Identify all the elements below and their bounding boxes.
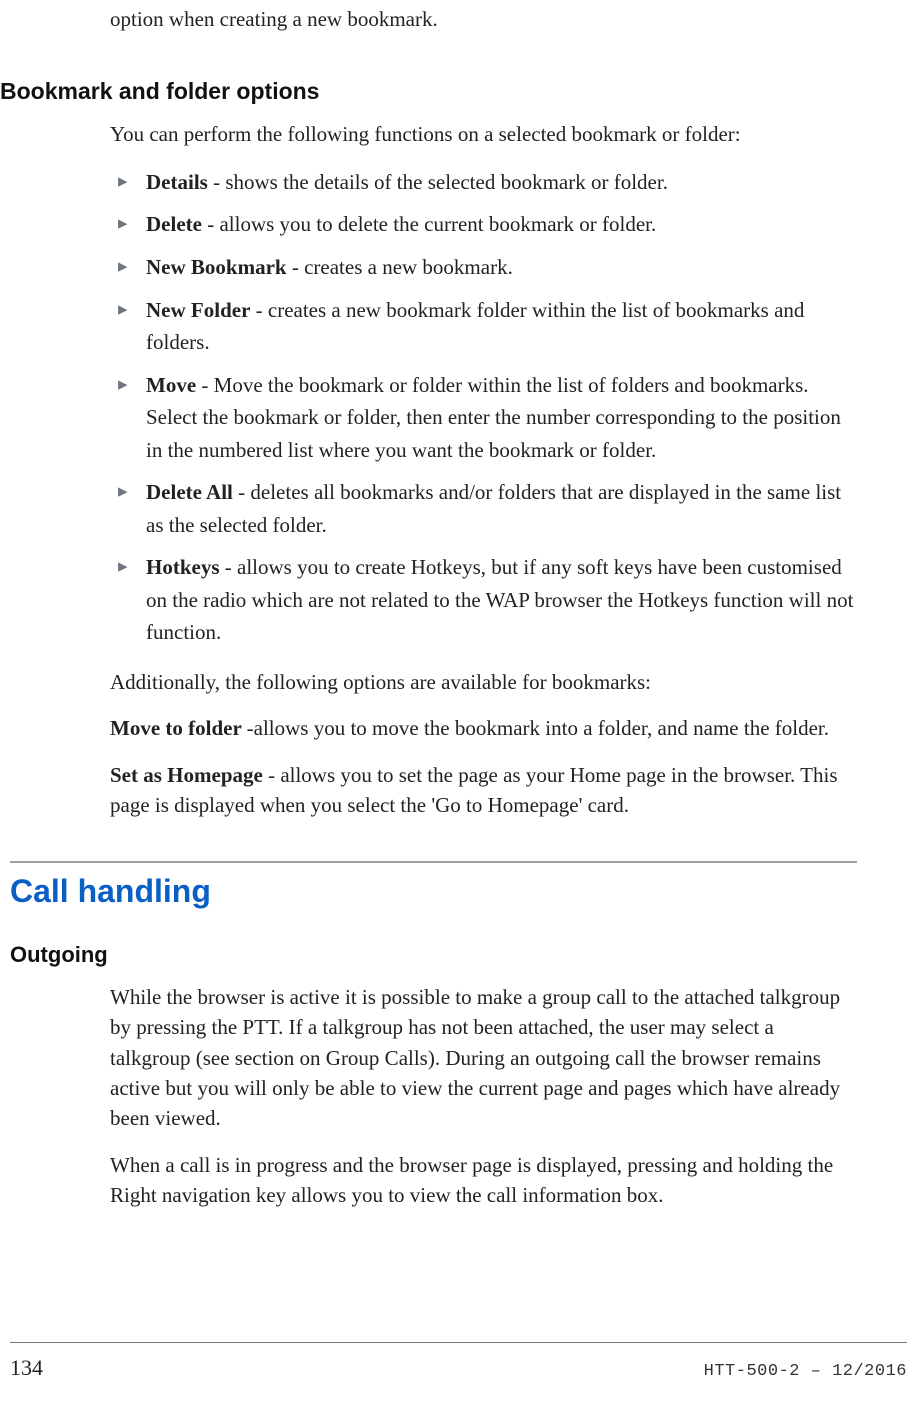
option-desc: - allows you to create Hotkeys, but if a… xyxy=(146,555,853,644)
intro-paragraph: You can perform the following functions … xyxy=(110,119,857,149)
continuation-fragment: option when creating a new bookmark. xyxy=(110,4,857,34)
option-term: Details xyxy=(146,170,208,194)
option-desc: -allows you to move the bookmark into a … xyxy=(247,716,829,740)
outgoing-p1: While the browser is active it is possib… xyxy=(110,982,857,1134)
additional-intro: Additionally, the following options are … xyxy=(110,667,857,697)
list-item: New Bookmark - creates a new bookmark. xyxy=(110,251,857,284)
footer-divider xyxy=(10,1342,907,1343)
move-to-folder-paragraph: Move to folder -allows you to move the b… xyxy=(110,713,857,743)
option-term: New Bookmark xyxy=(146,255,287,279)
option-term: Move xyxy=(146,373,196,397)
list-item: Move - Move the bookmark or folder withi… xyxy=(110,369,857,467)
content-area: option when creating a new bookmark. Boo… xyxy=(10,4,857,1211)
list-item: Details - shows the details of the selec… xyxy=(110,166,857,199)
option-desc: - shows the details of the selected book… xyxy=(208,170,668,194)
option-term: New Folder xyxy=(146,298,250,322)
option-term: Hotkeys xyxy=(146,555,220,579)
option-desc: - creates a new bookmark. xyxy=(287,255,513,279)
outgoing-p2: When a call is in progress and the brows… xyxy=(110,1150,857,1211)
heading-call-handling: Call handling xyxy=(10,873,857,910)
list-item: New Folder - creates a new bookmark fold… xyxy=(110,294,857,359)
heading-outgoing: Outgoing xyxy=(10,942,857,968)
heading-bookmark-options: Bookmark and folder options xyxy=(0,78,857,105)
option-term: Delete All xyxy=(146,480,233,504)
options-list: Details - shows the details of the selec… xyxy=(110,166,857,649)
option-term: Delete xyxy=(146,212,202,236)
option-term: Move to folder xyxy=(110,716,247,740)
list-item: Delete All - deletes all bookmarks and/o… xyxy=(110,476,857,541)
option-desc: - allows you to delete the current bookm… xyxy=(202,212,656,236)
document-id: HTT-500-2 – 12/2016 xyxy=(704,1362,907,1381)
set-as-homepage-paragraph: Set as Homepage - allows you to set the … xyxy=(110,760,857,821)
page-footer: 134 HTT-500-2 – 12/2016 xyxy=(10,1355,907,1381)
option-desc: - Move the bookmark or folder within the… xyxy=(146,373,841,462)
section-divider xyxy=(10,861,857,863)
document-page: option when creating a new bookmark. Boo… xyxy=(0,4,917,1405)
list-item: Delete - allows you to delete the curren… xyxy=(110,208,857,241)
option-desc: - deletes all bookmarks and/or folders t… xyxy=(146,480,841,537)
page-number: 134 xyxy=(10,1355,43,1381)
list-item: Hotkeys - allows you to create Hotkeys, … xyxy=(110,551,857,649)
option-term: Set as Homepage xyxy=(110,763,263,787)
